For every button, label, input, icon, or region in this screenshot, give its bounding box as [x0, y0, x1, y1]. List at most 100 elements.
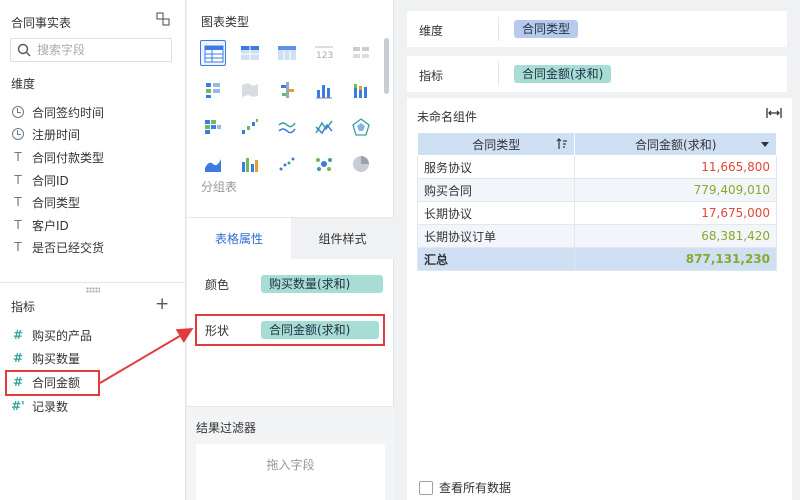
- resize-grip-icon[interactable]: [86, 287, 100, 293]
- clock-icon: [12, 106, 24, 118]
- color-field-pill[interactable]: 购买数量(求和): [261, 275, 383, 293]
- header-label: 合同金额(求和): [635, 137, 717, 152]
- text-type-icon: T: [14, 173, 22, 187]
- field-label: 合同ID: [32, 173, 69, 188]
- table-row: 购买合同 779,409,010: [416, 178, 777, 202]
- svg-text:123: 123: [316, 51, 333, 61]
- result-filter: 结果过滤器 拖入字段: [187, 406, 394, 500]
- field-label: 合同类型: [32, 195, 81, 210]
- bubble-chart-icon[interactable]: [311, 151, 337, 177]
- count-type-icon: #': [11, 399, 25, 413]
- filter-list-icon[interactable]: [200, 77, 226, 103]
- property-tabs: 表格属性 组件样式: [187, 217, 394, 260]
- number-type-icon: #: [12, 351, 24, 365]
- table-cell: 68,381,420: [574, 224, 777, 248]
- dimension-shelf-label: 维度: [419, 24, 444, 38]
- highlight-box: [5, 370, 100, 396]
- search-icon: [17, 43, 31, 57]
- pie-chart-icon[interactable]: [348, 151, 374, 177]
- field-search[interactable]: [10, 38, 172, 62]
- field-label: 是否已经交货: [32, 240, 105, 255]
- text-card-icon[interactable]: [348, 40, 374, 66]
- scatter-chart-icon[interactable]: [274, 151, 300, 177]
- dimension-field[interactable]: 注册时间: [11, 125, 80, 143]
- bar-chart-icon[interactable]: [311, 77, 337, 103]
- field-label: 记录数: [32, 399, 69, 414]
- sort-icon[interactable]: [556, 138, 568, 150]
- stacked-bar-icon[interactable]: [348, 77, 374, 103]
- canvas-area: 维度 合同类型 指标 合同金额(求和) 未命名组件 合同类型 合同金额(求和) …: [395, 0, 800, 500]
- table-row: 服务协议 11,665,800: [416, 155, 777, 179]
- dimension-field-pill[interactable]: 合同类型: [514, 20, 579, 38]
- color-property-row[interactable]: 颜色 购买数量(求和): [195, 268, 385, 300]
- table-total-row: 汇总 877,131,230: [416, 247, 777, 271]
- switch-table-icon[interactable]: [156, 12, 170, 26]
- filter-title: 结果过滤器: [196, 421, 257, 435]
- field-label: 购买的产品: [32, 328, 93, 343]
- dimension-field[interactable]: T 合同ID: [11, 171, 69, 189]
- measure-field[interactable]: # 购买的产品: [11, 326, 92, 344]
- dimension-field[interactable]: T 是否已经交货: [11, 238, 104, 256]
- line-chart-icon[interactable]: [274, 114, 300, 140]
- component-title: 未命名组件: [417, 110, 478, 124]
- cross-table-icon[interactable]: [237, 40, 263, 66]
- table-cell: 长期协议订单: [416, 224, 576, 248]
- field-panel: 合同事实表 维度 合同签约时间 注册时间 T 合同付款类型 T 合同ID T 合同类型…: [0, 0, 186, 500]
- chart-type-scrollbar[interactable]: [384, 38, 389, 94]
- number-type-icon: #: [12, 328, 24, 342]
- measure-field[interactable]: # 购买数量: [11, 349, 80, 367]
- total-label: 汇总: [416, 247, 576, 271]
- dimension-field[interactable]: T 合同类型: [11, 193, 80, 211]
- measure-field-pill[interactable]: 合同金额(求和): [514, 65, 612, 83]
- expand-width-icon[interactable]: [766, 107, 782, 119]
- tab-component-style[interactable]: 组件样式: [291, 218, 394, 260]
- map-chart-icon[interactable]: [237, 77, 263, 103]
- clock-icon: [12, 128, 24, 140]
- tree-chart-icon[interactable]: [274, 77, 300, 103]
- text-type-icon: T: [14, 240, 22, 254]
- radar-chart-icon[interactable]: [348, 114, 374, 140]
- add-measure-icon[interactable]: +: [155, 296, 169, 313]
- table-header-row: 合同类型 合同金额(求和): [416, 132, 777, 156]
- view-all-label: 查看所有数据: [439, 481, 512, 495]
- view-all-checkbox[interactable]: [419, 480, 433, 495]
- component-card: 未命名组件 合同类型 合同金额(求和) 服务协议 11,665,800 购买合同…: [407, 98, 792, 500]
- table-cell: 11,665,800: [574, 155, 777, 179]
- waterfall-icon[interactable]: [237, 114, 263, 140]
- panel-divider: [0, 282, 186, 283]
- search-input[interactable]: [37, 42, 167, 58]
- shelf-separator: [498, 62, 499, 86]
- chart-type-title: 图表类型: [201, 15, 250, 29]
- area-chart-icon[interactable]: [311, 114, 337, 140]
- chart-subtype-label: 分组表: [201, 180, 238, 194]
- grouped-bar-icon[interactable]: [237, 151, 263, 177]
- field-label: 注册时间: [32, 127, 81, 142]
- kpi-number-icon[interactable]: 123: [311, 40, 337, 66]
- table-chart-icon[interactable]: [200, 40, 226, 66]
- color-label: 颜色: [205, 278, 230, 292]
- heatmap-icon[interactable]: [200, 114, 226, 140]
- field-label: 购买数量: [32, 351, 81, 366]
- table-row: 长期协议订单 68,381,420: [416, 224, 777, 248]
- filter-drop-zone[interactable]: 拖入字段: [196, 444, 385, 500]
- table-row: 长期协议 17,675,000: [416, 201, 777, 225]
- measure-shelf: 指标 合同金额(求和): [407, 56, 787, 92]
- dimension-shelf: 维度 合同类型: [407, 11, 787, 47]
- tab-table-properties[interactable]: 表格属性: [187, 218, 291, 260]
- curve-area-icon[interactable]: [200, 151, 226, 177]
- dropdown-caret-icon[interactable]: [761, 142, 769, 147]
- table-name: 合同事实表: [11, 16, 72, 30]
- dimension-field[interactable]: T 客户ID: [11, 216, 68, 234]
- detail-table-icon[interactable]: [274, 40, 300, 66]
- view-all-data[interactable]: 查看所有数据: [419, 479, 511, 496]
- dimension-field[interactable]: T 合同付款类型: [11, 148, 104, 166]
- column-header-type[interactable]: 合同类型: [416, 132, 576, 156]
- highlight-box: [195, 314, 385, 346]
- measure-field[interactable]: #' 记录数: [11, 397, 68, 415]
- table-cell: 17,675,000: [574, 201, 777, 225]
- header-label: 合同类型: [472, 137, 521, 152]
- measure-shelf-label: 指标: [419, 69, 444, 83]
- data-table: 合同类型 合同金额(求和) 服务协议 11,665,800 购买合同 779,4…: [416, 132, 777, 271]
- dimension-field[interactable]: 合同签约时间: [11, 103, 104, 121]
- column-header-amount[interactable]: 合同金额(求和): [574, 132, 777, 156]
